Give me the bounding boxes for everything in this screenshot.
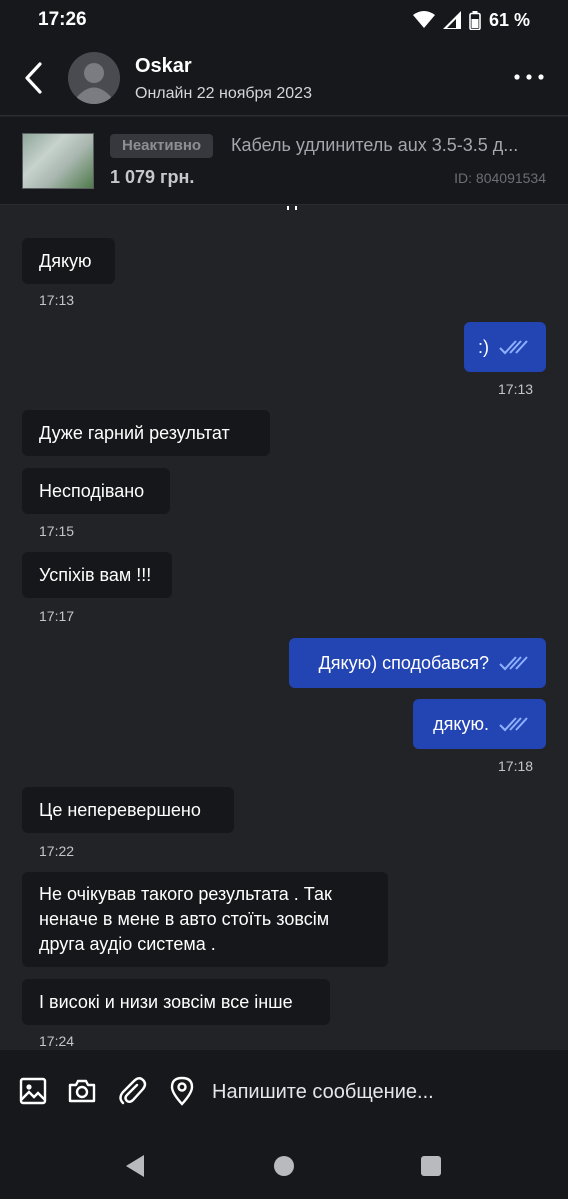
status-badge: Неактивно (110, 134, 214, 158)
message-time: 17:18 (498, 758, 534, 774)
message-text: І високі и низи зовсім все інше (39, 991, 293, 1012)
message-outgoing[interactable]: :) (464, 322, 546, 372)
message-text: Це неперевершено (39, 799, 201, 820)
message-time: 17:24 (39, 1033, 75, 1049)
message-time: 17:22 (39, 843, 75, 859)
system-nav-bar (0, 1136, 568, 1199)
battery-level: 61 % (488, 9, 530, 30)
listing-title: Кабель удлинитель aux 3.5-3.5 д... (231, 135, 519, 155)
read-checkmarks-icon (499, 717, 528, 732)
nav-back-icon[interactable] (124, 1154, 146, 1178)
message-time: 17:13 (498, 381, 534, 397)
gallery-icon[interactable] (18, 1076, 48, 1106)
message-text: Не очікував такого результата . Так нена… (39, 884, 332, 954)
listing-card[interactable]: Неактивно Кабель удлинитель aux 3.5-3.5 … (0, 117, 568, 205)
read-checkmarks-icon (499, 340, 528, 355)
message-input[interactable]: Напишите сообщение... (212, 1081, 434, 1104)
back-arrow-icon[interactable] (20, 60, 50, 96)
status-icons: 61 % (412, 9, 530, 31)
contact-name[interactable]: Oskar (135, 55, 192, 78)
contact-online-status: Онлайн 22 ноября 2023 (135, 85, 312, 102)
nav-home-icon[interactable] (274, 1156, 294, 1176)
message-text: :) (478, 336, 489, 357)
message-incoming[interactable]: Несподівано (22, 468, 170, 514)
listing-id: ID: 804091534 (454, 170, 546, 186)
message-text: Дякую (39, 250, 92, 271)
paperclip-icon[interactable] (117, 1076, 147, 1106)
message-outgoing[interactable]: Дякую) сподобався? (289, 638, 546, 688)
message-incoming[interactable]: Це неперевершено (22, 787, 234, 833)
battery-icon (469, 10, 481, 30)
listing-thumbnail (22, 133, 94, 189)
nav-recent-apps-icon[interactable] (421, 1156, 441, 1176)
status-time: 17:26 (38, 9, 87, 30)
more-options-icon[interactable] (512, 70, 546, 84)
read-checkmarks-icon (499, 656, 528, 671)
user-placeholder-icon (77, 63, 111, 104)
message-time: 17:13 (39, 292, 75, 308)
chat-header: Oskar Онлайн 22 ноября 2023 (0, 40, 568, 116)
message-time: 17:15 (39, 523, 75, 539)
message-list[interactable]: Дякую 17:13 :) 17:13 Дуже гарний результ… (0, 206, 568, 1050)
message-time: 17:17 (39, 608, 75, 624)
message-text: Дуже гарний результат (39, 422, 230, 443)
camera-icon[interactable] (67, 1076, 97, 1106)
status-bar: 17:26 61 % (0, 0, 568, 40)
message-incoming[interactable]: І високі и низи зовсім все інше (22, 979, 330, 1025)
avatar[interactable] (68, 52, 120, 104)
location-pin-icon[interactable] (167, 1076, 197, 1106)
message-outgoing[interactable]: дякую. (413, 699, 546, 749)
message-text: Дякую) сподобався? (318, 652, 489, 673)
message-text: Успіхів вам !!! (39, 564, 152, 585)
message-text: дякую. (433, 713, 489, 734)
listing-price: 1 079 грн. (110, 167, 195, 187)
signal-icon (442, 11, 461, 29)
message-incoming[interactable]: Успіхів вам !!! (22, 552, 172, 598)
message-text: Несподівано (39, 480, 145, 501)
wifi-icon (412, 11, 435, 28)
message-incoming[interactable]: Дуже гарний результат (22, 410, 270, 456)
message-incoming[interactable]: Дякую (22, 238, 115, 284)
message-incoming[interactable]: Не очікував такого результата . Так нена… (22, 872, 388, 967)
message-composer: Напишите сообщение... (0, 1050, 568, 1136)
scroll-indicator-icon (287, 206, 297, 210)
